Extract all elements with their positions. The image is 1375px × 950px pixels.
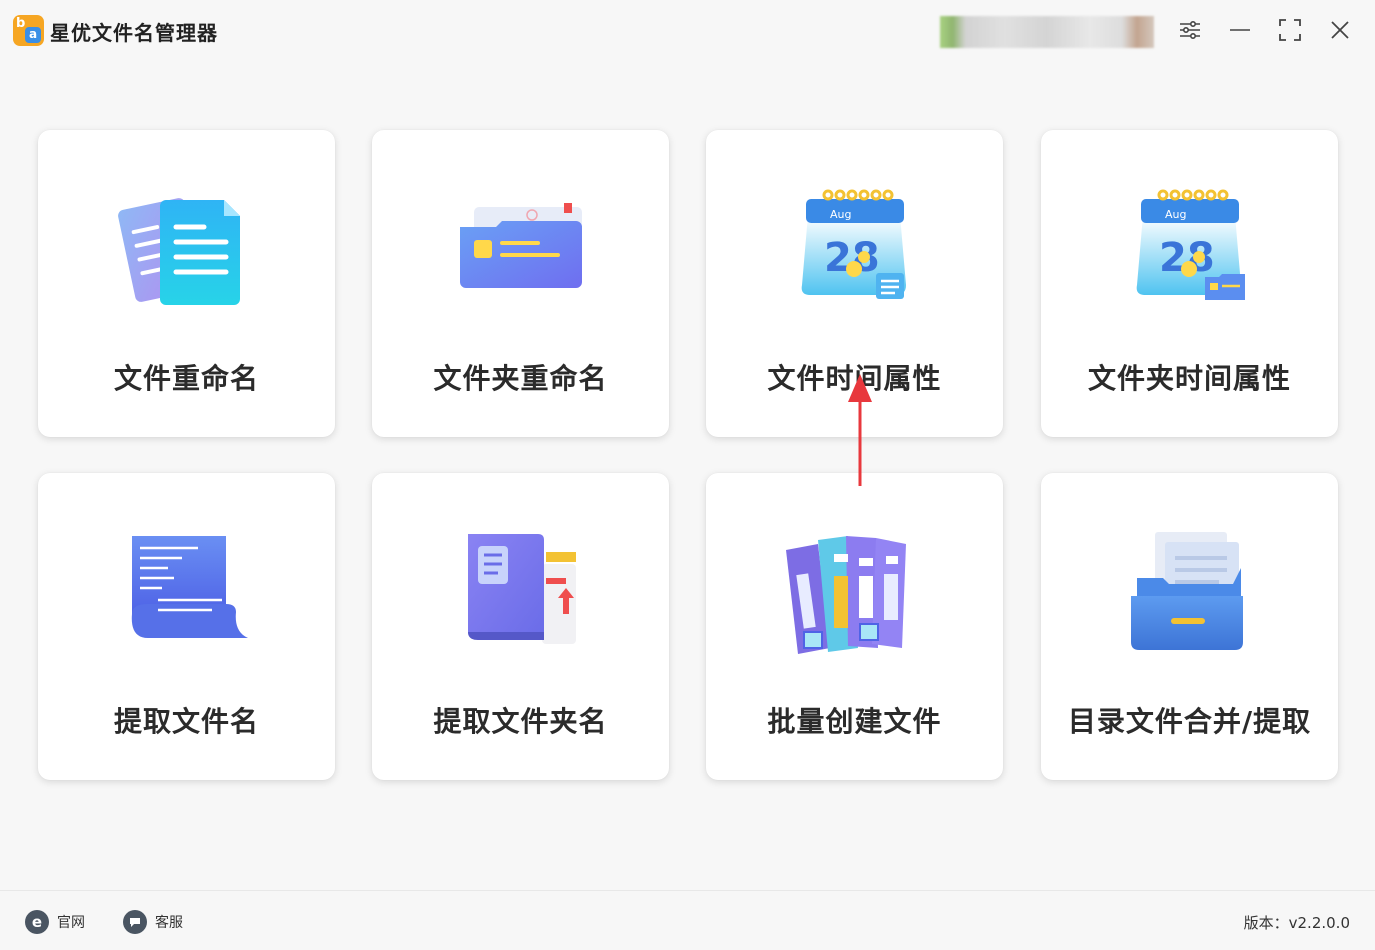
card-label: 文件夹时间属性 xyxy=(1087,362,1291,395)
website-link[interactable]: e 官网 xyxy=(25,909,85,935)
website-label: 官网 xyxy=(57,915,85,931)
chat-bubble-icon xyxy=(123,910,147,934)
documents-icon xyxy=(112,185,262,315)
binders-icon xyxy=(780,528,930,658)
card-batch-create-files[interactable]: 批量创建文件 xyxy=(706,473,1003,780)
card-label: 提取文件名 xyxy=(113,705,259,738)
close-icon[interactable] xyxy=(1327,17,1353,43)
scroll-list-icon xyxy=(112,528,262,658)
app-logo-icon: ba xyxy=(13,15,44,46)
support-label: 客服 xyxy=(155,915,183,931)
calendar-folder-icon: Aug 28 xyxy=(1115,185,1265,315)
card-label: 目录文件合并/提取 xyxy=(1067,705,1312,738)
card-file-time-attributes[interactable]: Aug 28 文件时间属性 xyxy=(706,130,1003,437)
card-label: 文件重命名 xyxy=(113,362,259,395)
card-label: 文件时间属性 xyxy=(767,362,942,395)
folder-icon xyxy=(446,185,596,315)
card-extract-file-names[interactable]: 提取文件名 xyxy=(38,473,335,780)
open-folder-icon xyxy=(1115,528,1265,658)
card-file-rename[interactable]: 文件重命名 xyxy=(38,130,335,437)
card-label: 批量创建文件 xyxy=(767,705,942,738)
calendar-file-icon: Aug 28 xyxy=(780,185,930,315)
app-title: 星优文件名管理器 xyxy=(50,21,218,45)
footer-bar: e 官网 客服 版本：v2.2.0.0 xyxy=(0,890,1375,950)
sliders-icon[interactable] xyxy=(1177,17,1203,43)
user-avatar-blurred[interactable] xyxy=(940,16,1154,48)
card-merge-extract-directory-files[interactable]: 目录文件合并/提取 xyxy=(1041,473,1338,780)
maximize-icon[interactable] xyxy=(1277,17,1303,43)
support-link[interactable]: 客服 xyxy=(123,909,183,935)
ie-icon: e xyxy=(25,910,49,934)
card-folder-rename[interactable]: 文件夹重命名 xyxy=(372,130,669,437)
card-extract-folder-names[interactable]: 提取文件夹名 xyxy=(372,473,669,780)
minimize-icon[interactable] xyxy=(1227,17,1253,43)
card-label: 文件夹重命名 xyxy=(433,362,608,395)
version-text: 版本：v2.2.0.0 xyxy=(1243,914,1350,932)
book-folder-icon xyxy=(446,528,596,658)
calendar-month: Aug xyxy=(830,208,851,221)
calendar-month: Aug xyxy=(1165,208,1186,221)
card-folder-time-attributes[interactable]: Aug 28 文件夹时间属性 xyxy=(1041,130,1338,437)
title-bar: ba 星优文件名管理器 xyxy=(0,0,1375,62)
card-label: 提取文件夹名 xyxy=(433,705,608,738)
